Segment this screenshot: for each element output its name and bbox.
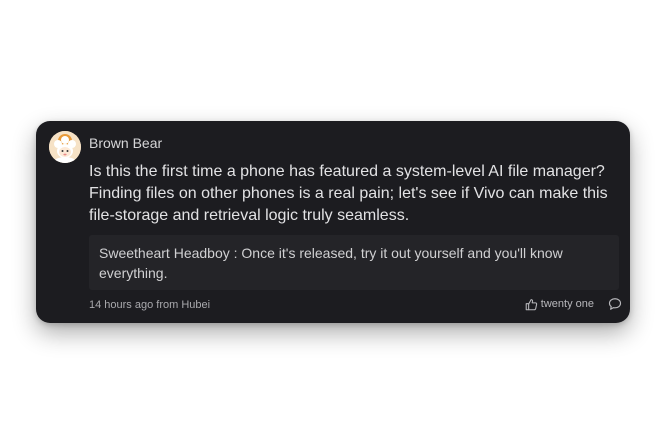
comment-card: Brown Bear Is this the first time a phon… [36, 121, 630, 323]
reply-text[interactable]: Sweetheart Headboy : Once it's released,… [89, 235, 619, 290]
like-count: twenty one [540, 298, 594, 310]
like-button[interactable]: twenty one [525, 297, 594, 311]
comment-bubble-icon[interactable] [608, 297, 622, 311]
comment-meta: 14 hours ago from Hubei [89, 299, 211, 311]
thumbs-up-icon [525, 298, 538, 311]
author-name[interactable]: Brown Bear [89, 135, 162, 151]
comment-text: Is this the first time a phone has featu… [89, 163, 608, 224]
sheep-avatar-icon[interactable] [49, 131, 81, 163]
